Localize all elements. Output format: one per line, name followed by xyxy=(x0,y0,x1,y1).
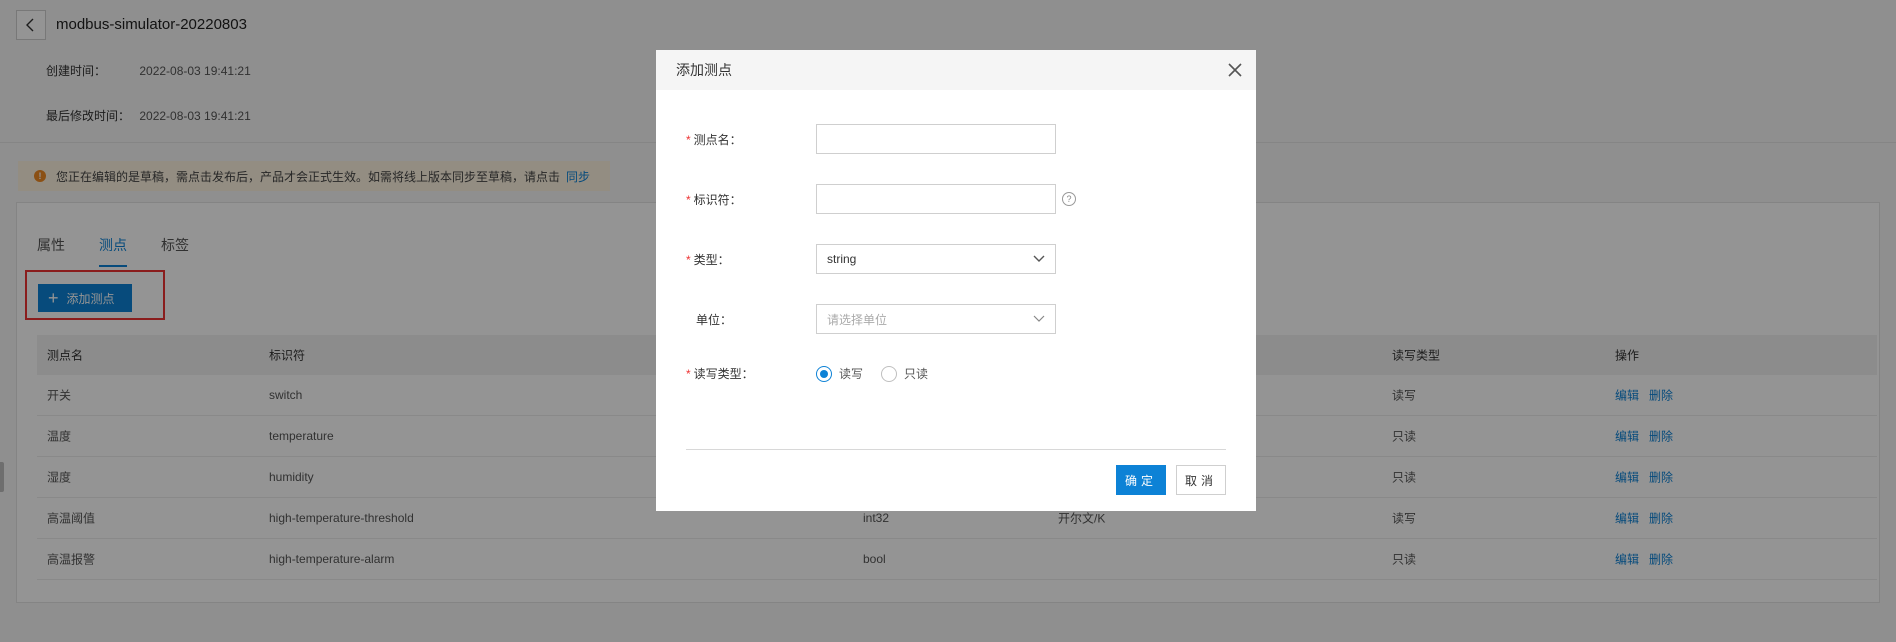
type-field-label: 类型： xyxy=(693,252,730,267)
chevron-down-icon xyxy=(1033,255,1045,262)
dialog-footer-divider xyxy=(686,449,1226,450)
dialog-title: 添加测点 xyxy=(676,62,732,78)
unit-field-label: 单位： xyxy=(696,312,733,327)
chevron-down-icon xyxy=(1033,315,1045,322)
identifier-field-label: 标识符： xyxy=(693,192,742,207)
identifier-input[interactable] xyxy=(816,184,1056,214)
name-field-row: * 测点名： xyxy=(686,124,1056,154)
rw-type-radio-group: 读写 只读 xyxy=(816,365,946,382)
unit-field-row: 单位： 请选择单位 xyxy=(686,304,1056,334)
name-input[interactable] xyxy=(816,124,1056,154)
radio-unchecked-icon xyxy=(881,365,898,382)
identifier-field-row: * 标识符： ? xyxy=(686,184,1076,214)
add-measure-point-dialog: 添加测点 * 测点名： * 标识符： ? * 类型： string 单位： 请选择单位… xyxy=(656,50,1256,511)
cancel-button[interactable]: 取消 xyxy=(1176,465,1226,495)
unit-select-placeholder: 请选择单位 xyxy=(827,312,888,327)
radio-checked-icon xyxy=(816,365,832,382)
help-icon[interactable]: ? xyxy=(1062,192,1076,206)
rw-type-field-label: 读写类型： xyxy=(693,367,754,381)
rw-radio-read-only[interactable]: 只读 xyxy=(881,365,928,382)
type-select[interactable]: string xyxy=(816,244,1056,274)
type-field-row: * 类型： string xyxy=(686,244,1056,274)
type-select-value: string xyxy=(827,252,857,266)
rw-radio-read-write[interactable]: 读写 xyxy=(816,365,863,382)
dialog-header: 添加测点 xyxy=(656,50,1256,90)
unit-select[interactable]: 请选择单位 xyxy=(816,304,1056,334)
close-icon[interactable] xyxy=(1226,61,1244,79)
rw-type-field-row: * 读写类型： 读写 只读 xyxy=(686,365,946,382)
name-field-label: 测点名： xyxy=(693,132,742,147)
confirm-button[interactable]: 确定 xyxy=(1116,465,1166,495)
